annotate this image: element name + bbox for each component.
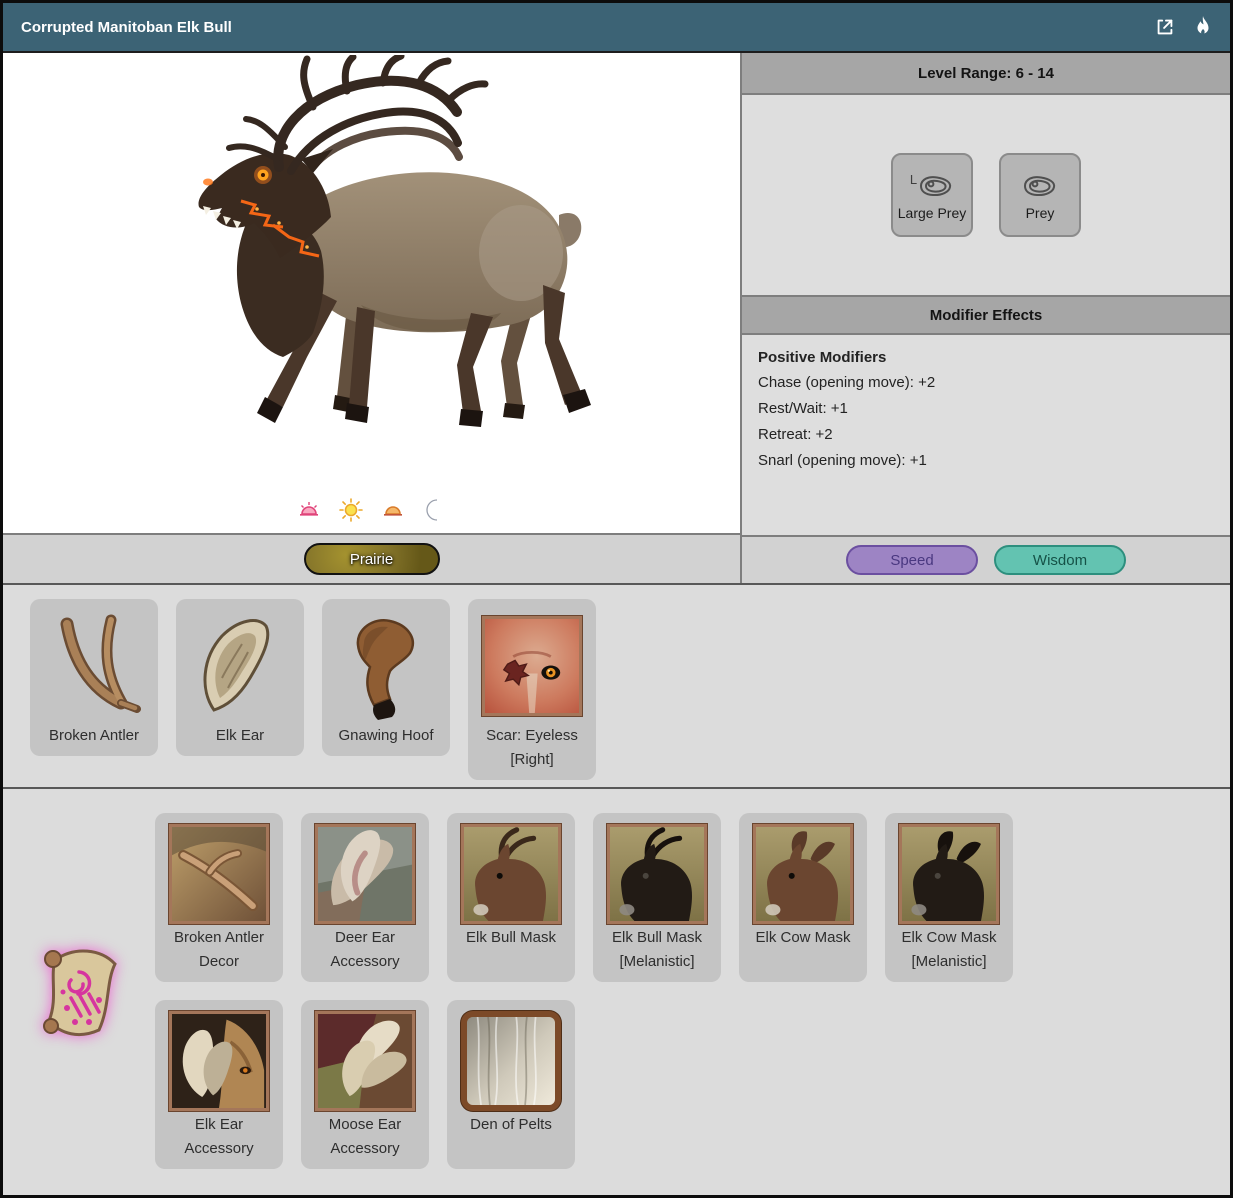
prey-label: Prey bbox=[1026, 205, 1055, 221]
dawn-icon bbox=[296, 497, 322, 523]
prey-types-panel: L Large Prey bbox=[742, 95, 1230, 297]
craft-card-moose-ear-accessory[interactable]: Moose Ear Accessory bbox=[301, 1000, 429, 1169]
drop-card-gnawing-hoof[interactable]: Gnawing Hoof bbox=[322, 599, 450, 756]
stat-buttons-row: Speed Wisdom bbox=[742, 537, 1230, 583]
craft-card-broken-antler-decor[interactable]: Broken Antler Decor bbox=[155, 813, 283, 982]
drop-card-broken-antler[interactable]: Broken Antler bbox=[30, 599, 158, 756]
modifier-line: Rest/Wait: +1 bbox=[758, 400, 1214, 417]
den-of-pelts-thumbnail bbox=[461, 1011, 561, 1111]
large-prey-button[interactable]: L Large Prey bbox=[891, 153, 973, 237]
biome-button-prairie[interactable]: Prairie bbox=[304, 543, 440, 575]
title-bar: Corrupted Manitoban Elk Bull bbox=[3, 3, 1230, 53]
craftable-items-grid: Broken Antler Decor Deer Ear Accessory bbox=[155, 789, 1135, 1195]
crafting-section: Broken Antler Decor Deer Ear Accessory bbox=[3, 789, 1230, 1195]
creature-image-panel bbox=[3, 53, 740, 533]
corrupted-elk-illustration bbox=[161, 55, 621, 480]
prey-button[interactable]: Prey bbox=[999, 153, 1081, 237]
broken-antler-decor-thumbnail bbox=[169, 824, 269, 924]
recipe-scroll-icon[interactable] bbox=[23, 936, 135, 1048]
craft-card-elk-bull-mask[interactable]: Elk Bull Mask bbox=[447, 813, 575, 982]
elk-ear-accessory-thumbnail bbox=[169, 1011, 269, 1111]
broken-antler-image bbox=[41, 610, 147, 722]
elk-cow-mask-melanistic-thumbnail bbox=[899, 824, 999, 924]
scar-eyeless-thumbnail bbox=[482, 616, 582, 716]
main-panels: Prairie Level Range: 6 - 14 L Large Pre bbox=[3, 53, 1230, 585]
drop-card-scar-eyeless-right[interactable]: Scar: Eyeless [Right] bbox=[468, 599, 596, 780]
modifier-line: Snarl (opening move): +1 bbox=[758, 452, 1214, 469]
steak-icon bbox=[918, 173, 954, 199]
elk-ear-image bbox=[188, 610, 292, 722]
drops-section: Broken Antler Elk Ear bbox=[3, 585, 1230, 789]
drop-card-elk-ear[interactable]: Elk Ear bbox=[176, 599, 304, 756]
flame-icon[interactable] bbox=[1194, 16, 1212, 38]
drop-label: Elk Ear bbox=[181, 724, 299, 748]
craft-card-deer-ear-accessory[interactable]: Deer Ear Accessory bbox=[301, 813, 429, 982]
stat-button-wisdom[interactable]: Wisdom bbox=[994, 545, 1126, 575]
craft-card-elk-ear-accessory[interactable]: Elk Ear Accessory bbox=[155, 1000, 283, 1169]
creature-codex-page: Corrupted Manitoban Elk Bull bbox=[0, 0, 1233, 1198]
positive-modifiers-title: Positive Modifiers bbox=[758, 349, 1214, 366]
day-icon bbox=[338, 497, 364, 523]
large-prey-badge: L bbox=[910, 172, 917, 187]
level-range-header: Level Range: 6 - 14 bbox=[742, 53, 1230, 95]
dusk-icon bbox=[380, 497, 406, 523]
modifier-effects-header: Modifier Effects bbox=[742, 297, 1230, 335]
external-link-icon[interactable] bbox=[1154, 16, 1176, 38]
drop-label: Scar: Eyeless bbox=[473, 724, 591, 748]
modifier-effects-body: Positive Modifiers Chase (opening move):… bbox=[742, 335, 1230, 537]
large-prey-label: Large Prey bbox=[898, 205, 966, 221]
steak-icon bbox=[1022, 173, 1058, 199]
elk-bull-mask-melanistic-thumbnail bbox=[607, 824, 707, 924]
night-icon bbox=[422, 497, 448, 523]
modifier-line: Chase (opening move): +2 bbox=[758, 374, 1214, 391]
moose-ear-accessory-thumbnail bbox=[315, 1011, 415, 1111]
elk-bull-mask-thumbnail bbox=[461, 824, 561, 924]
elk-cow-mask-thumbnail bbox=[753, 824, 853, 924]
craft-card-den-of-pelts[interactable]: Den of Pelts bbox=[447, 1000, 575, 1169]
drop-label: Gnawing Hoof bbox=[327, 724, 445, 748]
biome-row: Prairie bbox=[3, 533, 740, 583]
craft-card-elk-cow-mask[interactable]: Elk Cow Mask bbox=[739, 813, 867, 982]
active-times-row bbox=[3, 497, 740, 523]
craft-card-elk-bull-mask-melanistic[interactable]: Elk Bull Mask [Melanistic] bbox=[593, 813, 721, 982]
deer-ear-accessory-thumbnail bbox=[315, 824, 415, 924]
craft-card-elk-cow-mask-melanistic[interactable]: Elk Cow Mask [Melanistic] bbox=[885, 813, 1013, 982]
modifier-line: Retreat: +2 bbox=[758, 426, 1214, 443]
page-title: Corrupted Manitoban Elk Bull bbox=[21, 19, 232, 36]
drop-label: Broken Antler bbox=[35, 724, 153, 748]
stat-button-speed[interactable]: Speed bbox=[846, 545, 978, 575]
gnawing-hoof-image bbox=[334, 609, 438, 723]
